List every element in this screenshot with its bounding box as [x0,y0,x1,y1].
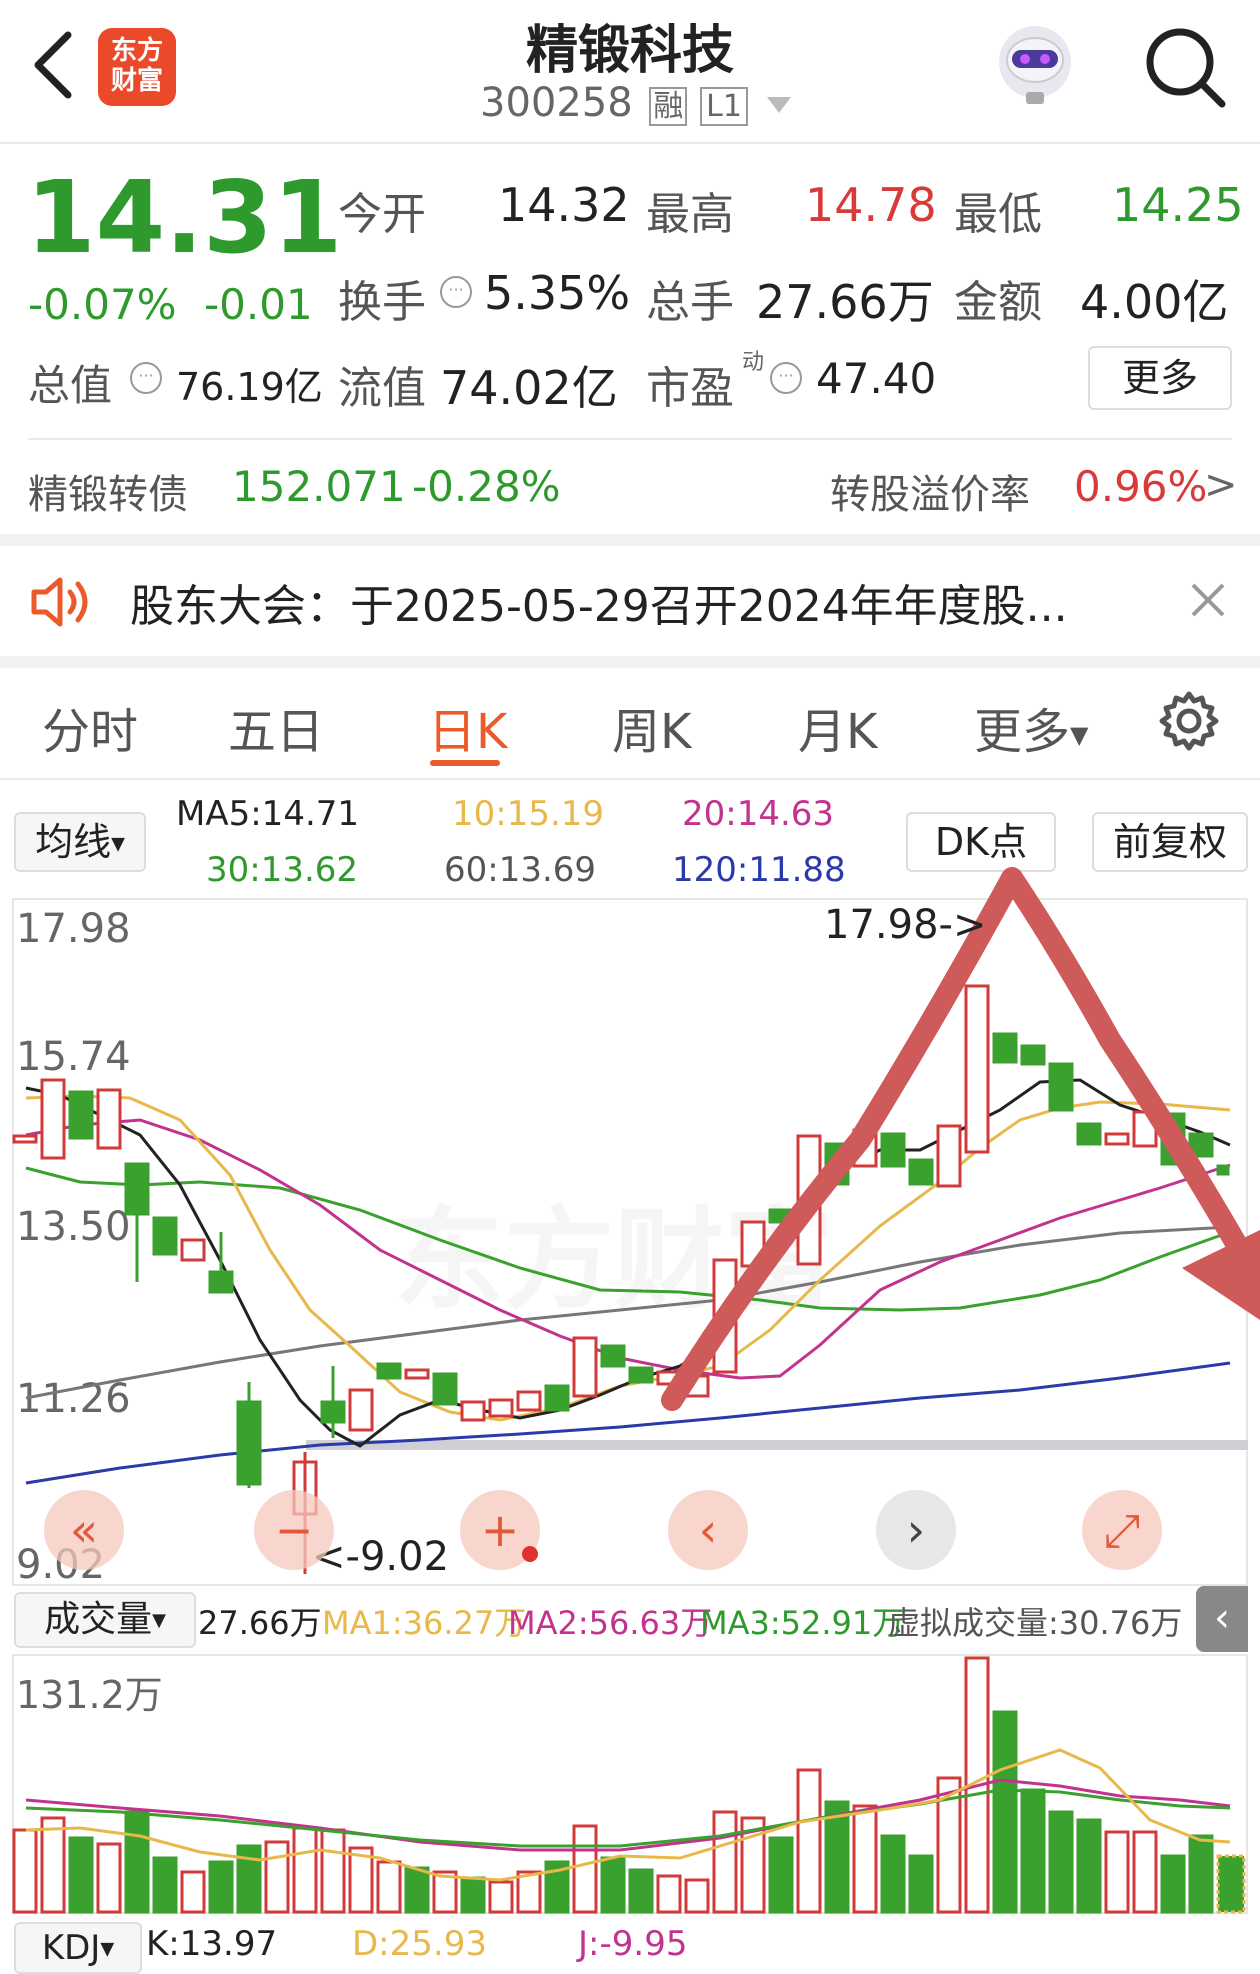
volume-bar [1104,1830,1130,1914]
volume-bar [40,1816,66,1914]
volume-bar [1188,1834,1214,1914]
volume-bar [600,1856,626,1914]
volume-bar [628,1868,654,1914]
volume-bar [516,1870,542,1914]
volume-bar [880,1834,906,1914]
volume-bar [1160,1854,1186,1914]
volume-bar [684,1878,710,1914]
kdj-selector-label: KDJ [41,1928,101,1968]
volume-bar [992,1710,1018,1914]
volume-bar [124,1810,150,1914]
volume-bar [320,1828,346,1914]
kdj-d: D:25.93 [352,1924,487,1964]
volume-bar [68,1836,94,1914]
volume-bar [572,1824,598,1914]
volume-bar [292,1826,318,1914]
volume-svg [12,1656,1246,1914]
kdj-j: J:-9.95 [578,1924,688,1964]
volume-bar [1076,1818,1102,1914]
volume-bar [908,1854,934,1914]
volume-bar [1020,1788,1046,1914]
kdj-selector[interactable]: KDJ▼ [14,1922,142,1974]
volume-bar [96,1842,122,1914]
volume-bar [376,1860,402,1914]
volume-bar [1216,1854,1246,1914]
volume-bar [712,1810,738,1914]
volume-bar [12,1828,38,1914]
volume-bar [796,1768,822,1914]
volume-bar [460,1876,486,1914]
volume-bar [488,1880,514,1914]
volume-bar [208,1860,234,1914]
volume-bar [180,1870,206,1914]
volume-bar [1132,1830,1158,1914]
volume-bar [236,1844,262,1914]
kdj-k: K:13.97 [146,1924,278,1964]
caret-down-icon: ▼ [100,1938,115,1960]
volume-bar [264,1840,290,1914]
volume-bar [852,1804,878,1914]
volume-bar [768,1836,794,1914]
volume-bar [404,1866,430,1914]
volume-bar [152,1856,178,1914]
volume-bar [1048,1810,1074,1914]
volume-bar [656,1874,682,1914]
